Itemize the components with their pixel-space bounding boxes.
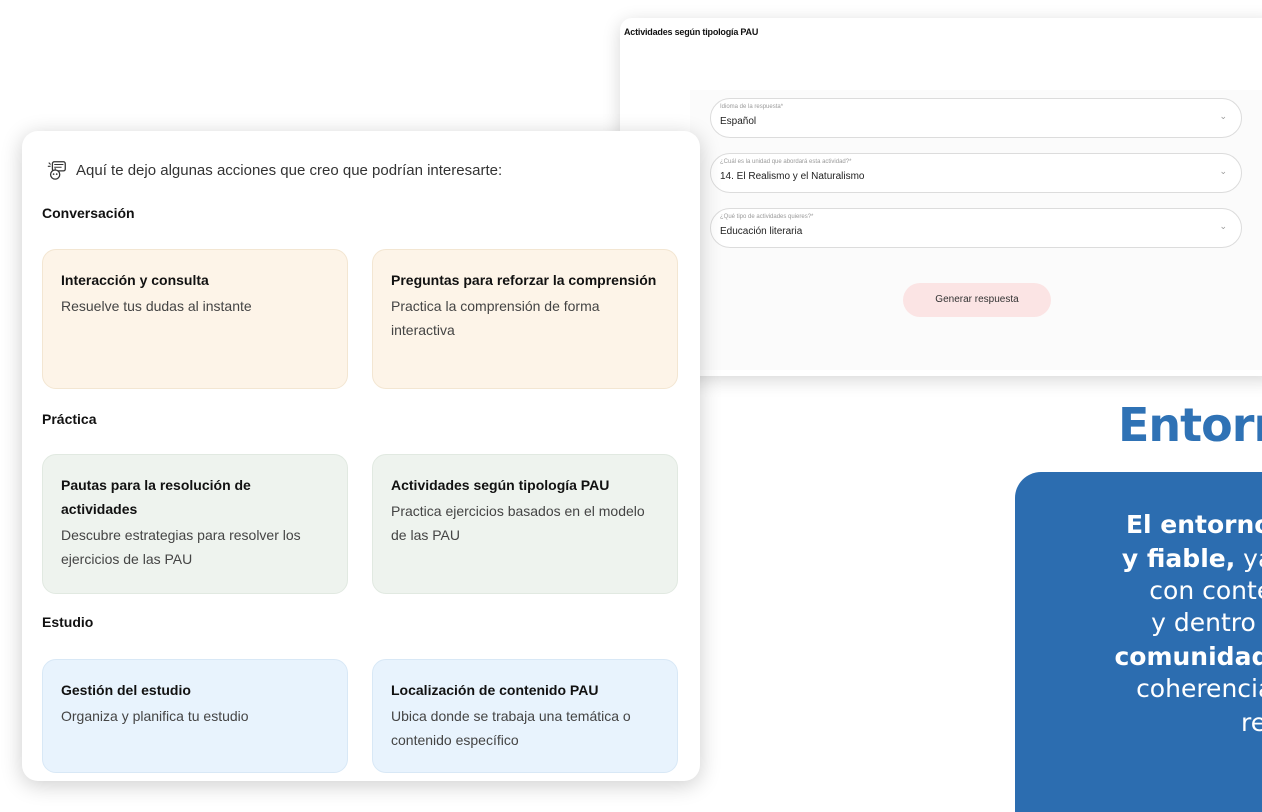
info-line: y fiable, ya c — [1121, 544, 1262, 573]
tile-desc: Practica la comprensión de forma interac… — [391, 298, 600, 338]
suggestions-intro-text: Aquí te dejo algunas acciones que creo q… — [76, 161, 503, 179]
action-tile-actividades-pau[interactable]: Actividades según tipología PAU Practica… — [372, 454, 678, 594]
info-line: y dentro de — [1151, 608, 1262, 637]
chevron-down-icon: ⌄ — [1219, 166, 1227, 176]
section-title-estudio: Estudio — [42, 614, 94, 630]
chevron-down-icon: ⌄ — [1219, 221, 1227, 231]
chevron-down-icon: ⌄ — [1219, 111, 1227, 121]
tile-desc: Descubre estrategias para resolver los e… — [61, 527, 301, 567]
tile-title: Interacción y consulta — [61, 272, 209, 288]
unit-select-value: 14. El Realismo y el Naturalismo — [720, 171, 865, 182]
activity-type-select[interactable]: ¿Qué tipo de actividades quieres?* Educa… — [710, 208, 1242, 248]
unit-select-label: ¿Cuál es la unidad que abordará esta act… — [720, 159, 852, 165]
form-body: Idioma de la respuesta* Español ⌄ ¿Cuál … — [690, 90, 1262, 370]
tile-desc: Resuelve tus dudas al instante — [61, 298, 252, 314]
unit-select[interactable]: ¿Cuál es la unidad que abordará esta act… — [710, 153, 1242, 193]
tile-title: Preguntas para reforzar la comprensión — [391, 272, 657, 288]
suggestions-card: Aquí te dejo algunas acciones que creo q… — [22, 131, 700, 781]
entorno-heading: Entorn — [1118, 398, 1262, 452]
action-tile-interaccion-consulta[interactable]: Interacción y consulta Resuelve tus duda… — [42, 249, 348, 389]
tile-desc: Organiza y planifica tu estudio — [61, 708, 249, 724]
info-box: El entorno c y fiable, ya c con conteni … — [1015, 472, 1262, 812]
info-line: resp — [1240, 708, 1262, 737]
info-line: comunidad e — [1114, 642, 1262, 671]
activity-type-select-label: ¿Qué tipo de actividades quieres?* — [720, 214, 814, 220]
info-line: con conteni — [1149, 576, 1262, 605]
robot-assistant-icon — [47, 161, 66, 180]
activity-form-panel: Actividades según tipología PAU Idioma d… — [620, 18, 1262, 376]
generate-response-button[interactable]: Generar respuesta — [903, 283, 1051, 317]
action-tile-preguntas-comprension[interactable]: Preguntas para reforzar la comprensión P… — [372, 249, 678, 389]
info-line: El entorno c — [1125, 510, 1262, 539]
tile-title: Actividades según tipología PAU — [391, 477, 610, 493]
action-tile-pautas-resolucion[interactable]: Pautas para la resolución de actividades… — [42, 454, 348, 594]
section-title-conversacion: Conversación — [42, 205, 135, 221]
action-tile-gestion-estudio[interactable]: Gestión del estudio Organiza y planifica… — [42, 659, 348, 773]
language-select[interactable]: Idioma de la respuesta* Español ⌄ — [710, 98, 1242, 138]
tile-desc: Ubica donde se trabaja una temática o co… — [391, 708, 631, 748]
tile-desc: Practica ejercicios basados en el modelo… — [391, 503, 645, 543]
info-line: coherencia c — [1136, 674, 1262, 703]
language-select-value: Español — [720, 116, 757, 127]
action-tile-localizacion-contenido[interactable]: Localización de contenido PAU Ubica dond… — [372, 659, 678, 773]
tile-title: Localización de contenido PAU — [391, 682, 599, 698]
tile-title: Pautas para la resolución de actividades — [61, 477, 251, 517]
suggestions-intro: Aquí te dejo algunas acciones que creo q… — [46, 159, 502, 181]
tile-title: Gestión del estudio — [61, 682, 191, 698]
section-title-practica: Práctica — [42, 411, 97, 427]
activity-type-select-value: Educación literaria — [720, 226, 803, 237]
form-title: Actividades según tipología PAU — [624, 27, 759, 37]
language-select-label: Idioma de la respuesta* — [720, 104, 784, 110]
